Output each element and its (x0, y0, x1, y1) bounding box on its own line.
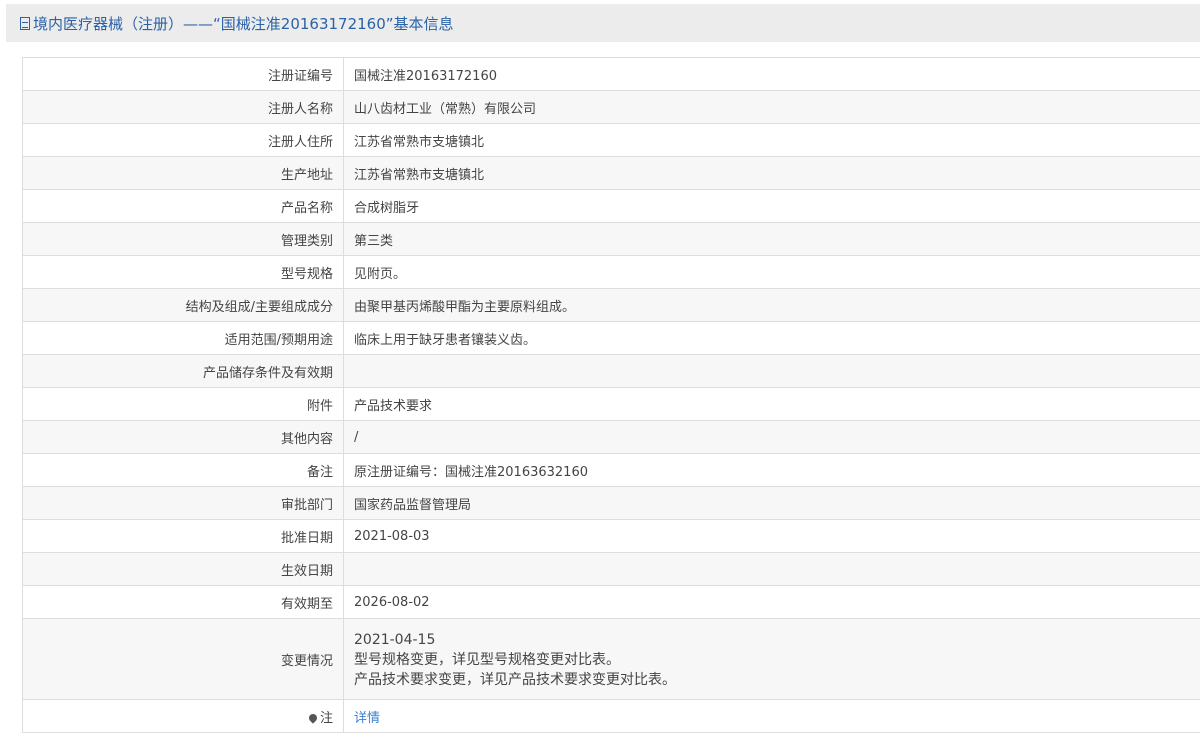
change-details: 2021-04-15 型号规格变更，详见型号规格变更对比表。产品技术要求变更，详见… (343, 618, 1200, 700)
field-value: 山八齿材工业（常熟）有限公司 (343, 90, 1200, 124)
page-header: 境内医疗器械（注册）——“国械注准20163172160”基本信息 (6, 4, 1200, 42)
table-row-note: 注 详情 (22, 699, 1200, 733)
pin-icon (307, 711, 319, 724)
note-label: 注 (319, 710, 333, 726)
table-row: 型号规格 见附页。 (22, 255, 1200, 289)
field-label: 注册人住所 (22, 123, 344, 157)
table-row: 其他内容 / (22, 420, 1200, 454)
change-line: 产品技术要求变更，详见产品技术要求变更对比表。 (354, 672, 676, 688)
field-label: 适用范围/预期用途 (22, 321, 344, 355)
field-value: 江苏省常熟市支塘镇北 (343, 156, 1200, 190)
field-value: / (343, 420, 1200, 454)
field-value: 由聚甲基丙烯酸甲酯为主要原料组成。 (343, 288, 1200, 322)
field-label: 产品名称 (22, 189, 344, 223)
field-label: 备注 (22, 453, 344, 487)
table-row: 审批部门 国家药品监督管理局 (22, 486, 1200, 520)
field-label: 注册人名称 (22, 90, 344, 124)
change-line: 2021-04-15 (354, 632, 436, 648)
field-label: 附件 (22, 387, 344, 421)
table-row: 产品名称 合成树脂牙 (22, 189, 1200, 223)
table-row: 批准日期 2021-08-03 (22, 519, 1200, 553)
table-row: 附件 产品技术要求 (22, 387, 1200, 421)
field-label: 产品储存条件及有效期 (22, 354, 344, 388)
details-link[interactable]: 详情 (354, 711, 380, 726)
field-label: 生效日期 (22, 552, 344, 586)
field-value: 临床上用于缺牙患者镶装义齿。 (343, 321, 1200, 355)
table-row: 生效日期 (22, 552, 1200, 586)
field-value (343, 552, 1200, 586)
field-value: 产品技术要求 (343, 387, 1200, 421)
field-value: 国械注准20163172160 (343, 57, 1200, 91)
table-row: 生产地址 江苏省常熟市支塘镇北 (22, 156, 1200, 190)
field-label: 批准日期 (22, 519, 344, 553)
table-row: 结构及组成/主要组成成分 由聚甲基丙烯酸甲酯为主要原料组成。 (22, 288, 1200, 322)
page-title: 境内医疗器械（注册）——“国械注准20163172160”基本信息 (33, 14, 454, 33)
field-label: 型号规格 (22, 255, 344, 289)
table-row: 注册人住所 江苏省常熟市支塘镇北 (22, 123, 1200, 157)
table-row: 注册证编号 国械注准20163172160 (22, 57, 1200, 91)
field-value: 见附页。 (343, 255, 1200, 289)
info-table: 注册证编号 国械注准20163172160 注册人名称 山八齿材工业（常熟）有限公司注… (22, 57, 1200, 733)
table-row: 适用范围/预期用途 临床上用于缺牙患者镶装义齿。 (22, 321, 1200, 355)
table-row: 注册人名称 山八齿材工业（常熟）有限公司 (22, 90, 1200, 124)
field-label: 审批部门 (22, 486, 344, 520)
field-label: 有效期至 (22, 585, 344, 619)
field-label: 变更情况 (22, 618, 344, 700)
field-label: 结构及组成/主要组成成分 (22, 288, 344, 322)
table-row-change: 变更情况 2021-04-15 型号规格变更，详见型号规格变更对比表。产品技术要求变… (22, 618, 1200, 700)
table-row: 有效期至 2026-08-02 (22, 585, 1200, 619)
field-label: 注 (22, 699, 344, 733)
field-value: 第三类 (343, 222, 1200, 256)
document-icon (20, 16, 30, 30)
table-row: 管理类别 第三类 (22, 222, 1200, 256)
table-row: 备注 原注册证编号：国械注准20163632160 (22, 453, 1200, 487)
field-label: 管理类别 (22, 222, 344, 256)
field-value: 2021-08-03 (343, 519, 1200, 553)
field-value (343, 354, 1200, 388)
table-row: 产品储存条件及有效期 (22, 354, 1200, 388)
field-label: 其他内容 (22, 420, 344, 454)
field-label: 注册证编号 (22, 57, 344, 91)
field-value: 国家药品监督管理局 (343, 486, 1200, 520)
field-label: 生产地址 (22, 156, 344, 190)
field-value: 原注册证编号：国械注准20163632160 (343, 453, 1200, 487)
field-value: 2026-08-02 (343, 585, 1200, 619)
field-value: 江苏省常熟市支塘镇北 (343, 123, 1200, 157)
field-value: 合成树脂牙 (343, 189, 1200, 223)
change-line: 型号规格变更，详见型号规格变更对比表。 (354, 652, 620, 668)
